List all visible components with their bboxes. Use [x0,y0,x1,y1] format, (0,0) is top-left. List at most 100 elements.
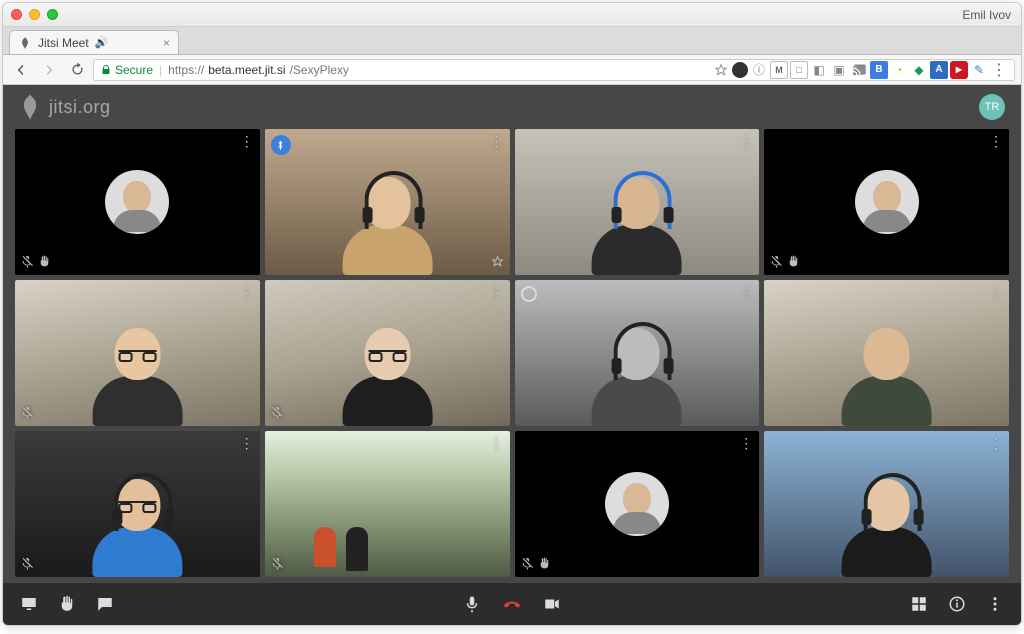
info-button[interactable] [945,592,969,616]
extension-icon[interactable]: ✎ [970,61,988,79]
dominant-speaker-badge [521,286,537,302]
url-path: /SexyPlexy [290,63,349,77]
mic-muted-icon [271,557,284,573]
url-host: beta.meet.jit.si [208,63,285,77]
extension-icon[interactable]: ◆ [910,61,928,79]
person-silhouette [314,324,461,426]
secure-label: Secure [115,63,153,77]
person-silhouette [314,173,461,275]
person-silhouette [813,324,960,426]
fullscreen-window-button[interactable] [47,9,58,20]
cast-icon[interactable] [850,61,868,79]
participant-tile[interactable]: ⋮ [15,280,260,426]
tile-view-button[interactable] [907,592,931,616]
bookmark-star-button[interactable] [712,61,730,79]
tile-menu-button[interactable]: ⋮ [739,133,753,150]
local-user-avatar[interactable]: TR [979,94,1005,120]
extension-icon[interactable]: ▣ [830,61,848,79]
participant-tile[interactable]: ⋮ [15,129,260,275]
logo-text: jitsi.org [49,97,111,118]
tile-menu-button[interactable]: ⋮ [240,284,254,301]
local-user-initials: TR [985,101,1000,113]
participant-avatar [605,472,669,536]
tile-menu-button[interactable]: ⋮ [989,284,1003,301]
tab-close-button[interactable]: × [163,36,170,50]
participant-tile[interactable]: ⋮ [764,431,1009,577]
toolbox-left [17,592,117,616]
forward-button[interactable] [37,58,61,82]
participant-tile[interactable]: ⋮ [265,431,510,577]
tile-status-icons [770,255,800,271]
jitsi-app: jitsi.org TR ⋮ ⋮ ⋮ ⋮ ⋮ ⋮ ⋮ ⋮ ⋮ ⋮ ⋮ ⋮ [3,85,1021,625]
participant-tile[interactable]: ⋮ [515,280,760,426]
minimize-window-button[interactable] [29,9,40,20]
extension-icon[interactable] [732,62,748,78]
tile-status-icons [271,406,284,422]
tile-menu-button[interactable]: ⋮ [240,133,254,150]
participant-tile[interactable]: ⋮ [764,129,1009,275]
extension-icon[interactable]: ▶ [950,61,968,79]
extension-icon[interactable]: ◔ [890,61,908,79]
browser-tab[interactable]: Jitsi Meet 🔊 × [9,30,179,54]
participant-avatar [105,170,169,234]
person-silhouette [64,324,211,426]
chrome-profile-name[interactable]: Emil Ivov [962,8,1011,22]
tile-status-icons [21,557,34,573]
address-bar[interactable]: Secure | https://beta.meet.jit.si/SexyPl… [93,59,1015,81]
jitsi-logo[interactable]: jitsi.org [19,93,111,121]
star-icon [491,255,504,271]
person-silhouette [563,173,710,275]
hangup-button[interactable] [498,592,526,616]
participant-avatar [855,170,919,234]
raise-hand-button[interactable] [55,592,79,616]
mic-toggle-button[interactable] [460,592,484,616]
app-header: jitsi.org TR [3,85,1021,129]
more-actions-button[interactable] [983,592,1007,616]
address-bar-actions: ⓘ M □ ◧ ▣ B ◔ ◆ A ▶ ✎ ⋮ [712,61,1008,79]
extension-icon[interactable]: ⓘ [750,61,768,79]
tile-menu-button[interactable]: ⋮ [240,435,254,452]
participant-tile[interactable]: ⋮ [265,280,510,426]
close-window-button[interactable] [11,9,22,20]
extension-icon[interactable]: A [930,61,948,79]
extension-icon[interactable]: B [870,61,888,79]
mic-muted-icon [21,406,34,422]
participant-tile[interactable]: ⋮ [515,431,760,577]
participant-tile[interactable]: ⋮ [15,431,260,577]
url-scheme: https:// [168,63,204,77]
extension-icon[interactable]: M [770,61,788,79]
window-controls [11,9,58,20]
raised-hand-icon [538,557,551,573]
tile-menu-button[interactable]: ⋮ [989,435,1003,452]
participant-tile[interactable]: ⋮ [515,129,760,275]
tile-menu-button[interactable]: ⋮ [989,133,1003,150]
tile-status-icons [271,557,284,573]
tile-menu-button[interactable]: ⋮ [490,133,504,150]
raised-hand-icon [38,255,51,271]
back-button[interactable] [9,58,33,82]
mic-muted-icon [770,255,783,271]
participant-tile[interactable]: ⋮ [764,280,1009,426]
extension-icon[interactable]: □ [790,61,808,79]
browser-menu-button[interactable]: ⋮ [990,61,1008,79]
browser-window: Emil Ivov Jitsi Meet 🔊 × Secure | h [2,2,1022,626]
screen-share-button[interactable] [17,592,41,616]
chat-button[interactable] [93,592,117,616]
tile-menu-button[interactable]: ⋮ [490,284,504,301]
tab-audio-icon[interactable]: 🔊 [95,36,109,49]
reload-button[interactable] [65,58,89,82]
mic-muted-icon [21,557,34,573]
tile-menu-button[interactable]: ⋮ [490,435,504,452]
participant-tile[interactable]: ⋮ [265,129,510,275]
extension-icon[interactable]: ◧ [810,61,828,79]
tile-status-icons [521,557,551,573]
toolbox [3,583,1021,625]
camera-toggle-button[interactable] [540,592,564,616]
person-silhouette [96,475,179,577]
person-silhouette [813,475,960,577]
browser-toolbar: Secure | https://beta.meet.jit.si/SexyPl… [3,55,1021,85]
tile-menu-button[interactable]: ⋮ [739,284,753,301]
tile-menu-button[interactable]: ⋮ [739,435,753,452]
tile-status-icons [21,406,34,422]
toolbox-right [907,592,1007,616]
